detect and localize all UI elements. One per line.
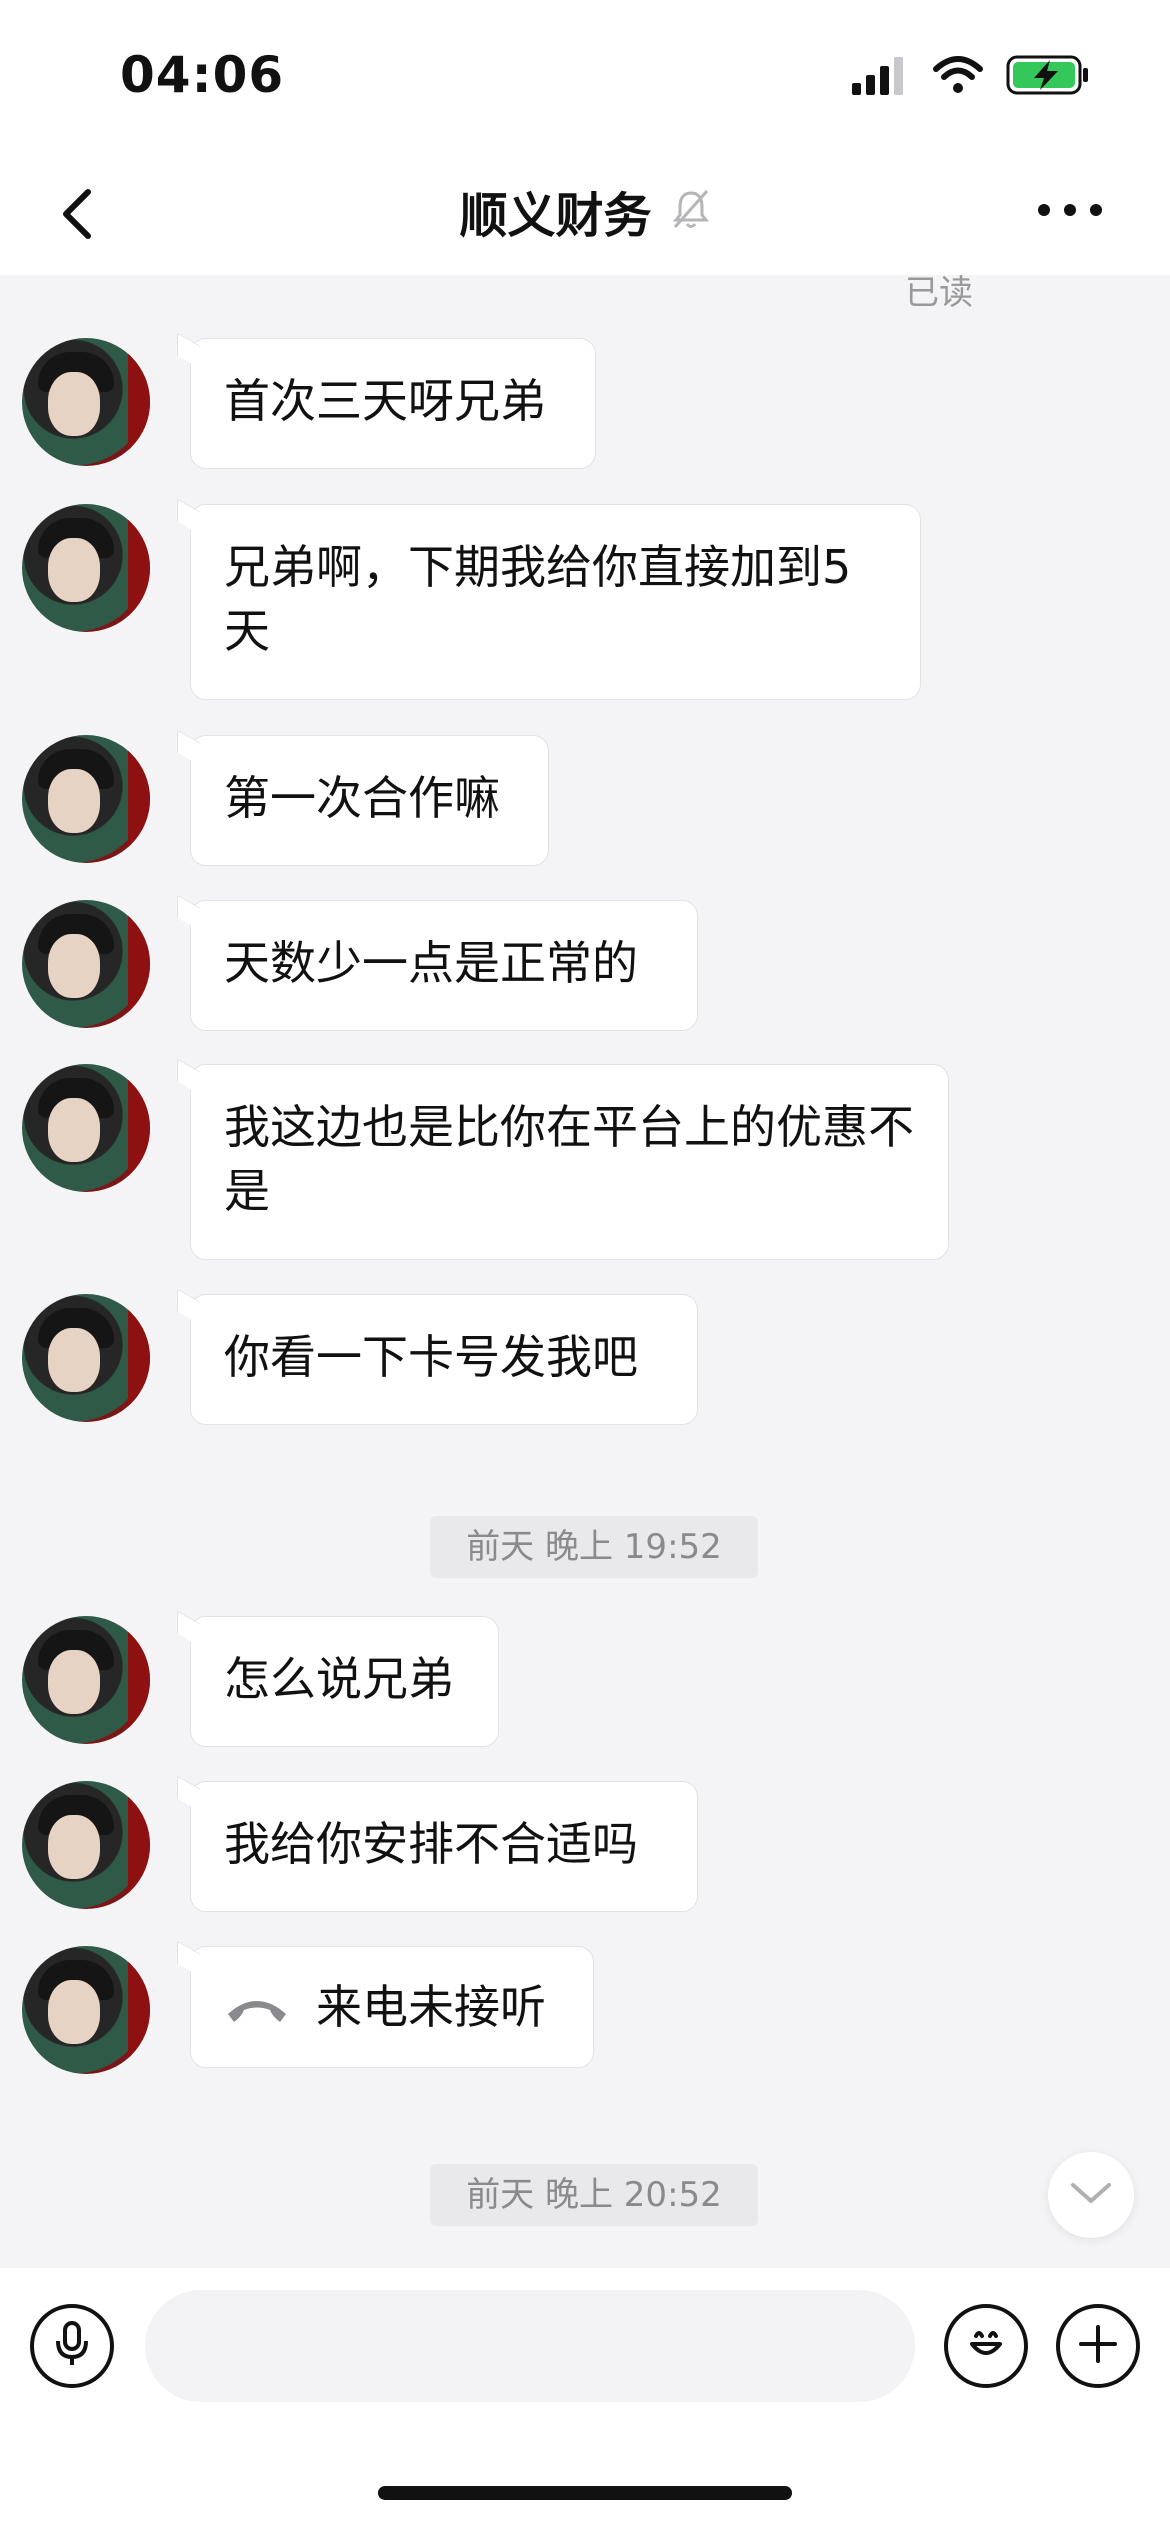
plus-button[interactable] (1056, 2304, 1140, 2388)
voice-button[interactable] (30, 2304, 114, 2388)
read-receipt: 已读 (905, 273, 973, 313)
chat-header: 顺义财务 (0, 150, 1170, 275)
message-bubble[interactable]: 首次三天呀兄弟 (190, 338, 596, 469)
message-bubble[interactable]: 我这边也是比你在平台上的优惠不是 (190, 1064, 949, 1260)
avatar[interactable] (22, 1946, 150, 2074)
chat-title: 顺义财务 (459, 188, 652, 244)
scroll-down-button[interactable] (1048, 2152, 1134, 2238)
message-bubble[interactable]: 兄弟啊，下期我给你直接加到5天 (190, 504, 921, 700)
timestamp-label: 前天 晚上 19:52 (430, 1516, 758, 1578)
emoji-icon (958, 2316, 1014, 2376)
battery-charging-icon (1006, 54, 1090, 100)
avatar[interactable] (22, 735, 150, 863)
muted-bell-icon (671, 187, 711, 235)
chevron-down-icon (1068, 2178, 1114, 2212)
missed-call-bubble[interactable]: 来电未接听 (190, 1946, 594, 2068)
avatar[interactable] (22, 1781, 150, 1909)
message-bubble[interactable]: 天数少一点是正常的 (190, 900, 698, 1031)
timestamp-label: 前天 晚上 20:52 (430, 2164, 758, 2226)
avatar[interactable] (22, 1616, 150, 1744)
message-bubble[interactable]: 你看一下卡号发我吧 (190, 1294, 698, 1425)
message-input[interactable] (145, 2290, 915, 2402)
avatar[interactable] (22, 900, 150, 1028)
home-indicator[interactable] (378, 2486, 792, 2500)
avatar[interactable] (22, 504, 150, 632)
status-icons (850, 52, 1090, 102)
status-time: 04:06 (120, 46, 285, 104)
microphone-icon (52, 2319, 92, 2373)
avatar[interactable] (22, 1294, 150, 1422)
status-bar: 04:06 (0, 0, 1170, 150)
message-bubble[interactable]: 我给你安排不合适吗 (190, 1781, 698, 1912)
missed-call-label: 来电未接听 (316, 1980, 546, 2034)
avatar[interactable] (22, 1064, 150, 1192)
more-icon (1030, 204, 1110, 244)
wifi-icon (932, 55, 984, 99)
missed-call-icon (224, 1990, 290, 2024)
title-area: 顺义财务 (0, 176, 1170, 246)
more-button[interactable] (1030, 180, 1110, 240)
plus-icon (1073, 2319, 1123, 2373)
emoji-button[interactable] (944, 2304, 1028, 2388)
avatar[interactable] (22, 338, 150, 466)
message-bubble[interactable]: 第一次合作嘛 (190, 735, 549, 866)
signal-icon (850, 55, 910, 99)
message-bubble[interactable]: 怎么说兄弟 (190, 1616, 499, 1747)
